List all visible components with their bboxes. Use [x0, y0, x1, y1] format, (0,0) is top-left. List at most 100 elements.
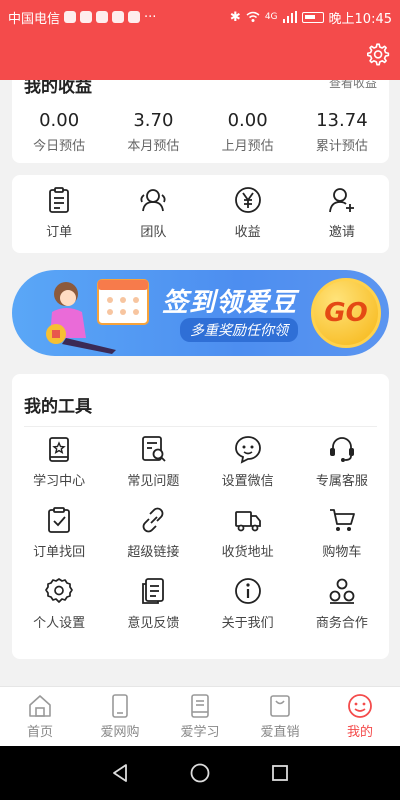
banner-title: 签到领爱豆: [162, 288, 298, 318]
nav-learn[interactable]: 爱学习: [160, 687, 240, 746]
book-icon: [191, 694, 209, 718]
tool-label: 意见反馈: [127, 616, 180, 631]
nav-direct-sales[interactable]: 爱直销: [240, 687, 320, 746]
tool-label: 学习中心: [33, 474, 86, 489]
truck-icon: [234, 511, 261, 532]
tool-faq[interactable]: 常见问题: [106, 434, 200, 489]
tools-title: 我的工具: [24, 397, 92, 417]
tool-about-us[interactable]: 关于我们: [201, 576, 295, 631]
info-icon: [234, 578, 261, 604]
orders-button[interactable]: 订单: [12, 175, 106, 253]
tools-divider: [24, 426, 377, 427]
chat-bubble-icon: [234, 436, 261, 464]
tool-label: 商务合作: [315, 616, 368, 631]
earning-total[interactable]: 13.74 累计预估: [295, 110, 389, 154]
bluetooth-icon: ✱: [229, 9, 241, 25]
tool-customer-service[interactable]: 专属客服: [295, 434, 389, 489]
network-type: 4G: [264, 12, 278, 22]
book-star-icon: [49, 437, 70, 462]
home-icon: [29, 695, 51, 717]
team-button[interactable]: 团队: [106, 175, 200, 253]
invite-button[interactable]: 邀请: [295, 175, 389, 253]
tool-shipping-address[interactable]: 收货地址: [201, 505, 295, 560]
earning-value: 0.00: [39, 110, 80, 131]
feedback-icon: [142, 578, 165, 604]
headset-icon: [329, 437, 354, 462]
tool-super-link[interactable]: 超级链接: [106, 505, 200, 560]
gear-icon[interactable]: [364, 42, 390, 68]
tool-label: 常见问题: [127, 474, 180, 489]
tool-label: 关于我们: [221, 616, 274, 631]
wifi-icon: [246, 11, 260, 22]
clipboard-check-icon: [48, 507, 71, 533]
nav-label: 爱学习: [180, 725, 220, 740]
nav-mine[interactable]: 我的: [320, 687, 400, 746]
bag-icon: [270, 695, 290, 717]
earning-label: 累计预估: [315, 139, 368, 154]
tool-feedback[interactable]: 意见反馈: [106, 576, 200, 631]
earning-today[interactable]: 0.00 今日预估: [12, 110, 106, 154]
tool-label: 订单找回: [33, 545, 86, 560]
earnings-button[interactable]: 收益: [201, 175, 295, 253]
nav-label: 首页: [26, 725, 53, 740]
cloud-icon: [128, 11, 141, 23]
earning-label: 今日预估: [33, 139, 86, 154]
earning-value: 0.00: [227, 110, 268, 131]
play-icon: [96, 11, 109, 23]
back-icon[interactable]: [109, 762, 131, 784]
status-bar: 中国电信 ··· ✱ 4G 晚上10:45: [0, 0, 400, 34]
tool-label: 超级链接: [127, 545, 180, 560]
cooperation-icon: [329, 578, 355, 604]
system-nav-bar: [0, 746, 400, 800]
shield-icon: [64, 11, 77, 23]
battery-icon: [301, 11, 324, 23]
banner-subtitle: 多重奖励任你领: [180, 318, 298, 342]
phone-icon: [112, 694, 128, 718]
recents-icon[interactable]: [269, 762, 291, 784]
earning-value: 13.74: [316, 110, 368, 131]
nav-label: 爱直销: [260, 725, 300, 740]
tool-label: 购物车: [322, 545, 362, 560]
earning-value: 3.70: [133, 110, 174, 131]
top-header: 中国电信 ··· ✱ 4G 晚上10:45: [0, 0, 400, 80]
nav-home[interactable]: 首页: [0, 687, 80, 746]
tools-card: 我的工具 学习中心 常见问题 设置微信 专属客服 订单找回 超级链接 收货地址 …: [12, 374, 389, 659]
tool-personal-settings[interactable]: 个人设置: [12, 576, 106, 631]
clock: 晚上10:45: [328, 11, 392, 27]
quick-actions: 订单 团队 收益 邀请: [12, 175, 389, 253]
cart-icon: [329, 509, 355, 531]
clipboard-icon: [49, 187, 70, 213]
earnings-card: 我的收益 查看收益 0.00 今日预估 3.70 本月预估 0.00 上月预估 …: [12, 68, 389, 163]
smile-icon: [348, 694, 372, 718]
yen-icon: [234, 187, 261, 213]
tool-shopping-cart[interactable]: 购物车: [295, 505, 389, 560]
tools-grid: 学习中心 常见问题 设置微信 专属客服 订单找回 超级链接 收货地址 购物车 个…: [12, 434, 389, 631]
status-left: 中国电信 ···: [8, 8, 156, 27]
earning-this-month[interactable]: 3.70 本月预估: [106, 110, 200, 154]
doc-search-icon: [142, 436, 167, 462]
gear-icon: [45, 578, 73, 603]
tool-business-cooperation[interactable]: 商务合作: [295, 576, 389, 631]
nav-shop[interactable]: 爱网购: [80, 687, 160, 746]
tool-learning-center[interactable]: 学习中心: [12, 434, 106, 489]
go-button[interactable]: GO: [311, 278, 381, 348]
nav-label: 我的: [346, 725, 373, 740]
status-right: ✱ 4G 晚上10:45: [230, 8, 392, 27]
add-user-icon: [328, 188, 354, 213]
bottom-nav: 首页 爱网购 爱学习 爱直销 我的: [0, 686, 400, 746]
home-circle-icon[interactable]: [189, 762, 211, 784]
earnings-label: 收益: [234, 225, 261, 240]
link-icon: [142, 507, 164, 533]
app-icon: [80, 11, 93, 23]
signal-icon: [282, 11, 297, 23]
orders-label: 订单: [46, 225, 73, 240]
signin-banner[interactable]: 签到领爱豆 多重奖励任你领 GO: [12, 270, 389, 356]
earning-last-month[interactable]: 0.00 上月预估: [201, 110, 295, 154]
team-label: 团队: [140, 225, 167, 240]
tool-order-recovery[interactable]: 订单找回: [12, 505, 106, 560]
tool-label: 设置微信: [221, 474, 274, 489]
earning-label: 上月预估: [221, 139, 274, 154]
invite-label: 邀请: [328, 225, 355, 240]
banner-illustration: [46, 279, 149, 354]
tool-set-wechat[interactable]: 设置微信: [201, 434, 295, 489]
